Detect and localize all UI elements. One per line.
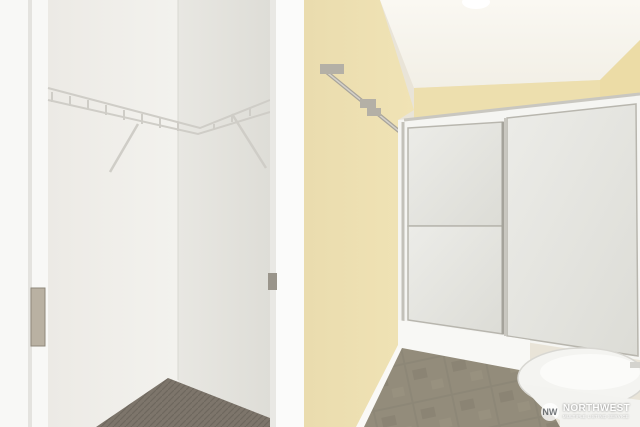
watermark: NW NORTHWEST MULTIPLE LISTING SERVICE bbox=[540, 403, 630, 421]
shower-enclosure bbox=[398, 92, 640, 372]
photo-canvas bbox=[0, 0, 640, 427]
door-latch-plate bbox=[268, 273, 277, 290]
watermark-name: NORTHWEST bbox=[562, 403, 630, 415]
shower-door-right-panel bbox=[506, 103, 639, 357]
left-door-trim-edge bbox=[28, 0, 32, 427]
closet-back-wall bbox=[48, 0, 178, 427]
closet-side-wall bbox=[178, 0, 270, 427]
watermark-tagline: MULTIPLE LISTING SERVICE bbox=[562, 414, 630, 420]
northwest-mls-logo-icon: NW bbox=[540, 403, 559, 421]
watermark-text: NORTHWEST MULTIPLE LISTING SERVICE bbox=[563, 404, 630, 420]
center-door-trim-shadow bbox=[270, 0, 276, 427]
ceiling bbox=[380, 0, 640, 88]
bathroom-photo: NW NORTHWEST MULTIPLE LISTING SERVICE bbox=[0, 0, 640, 427]
left-door-trim bbox=[0, 0, 48, 427]
door-hinge bbox=[30, 287, 46, 347]
shower-door-left-panel bbox=[407, 121, 504, 227]
shower-door-left-lower bbox=[407, 225, 504, 335]
